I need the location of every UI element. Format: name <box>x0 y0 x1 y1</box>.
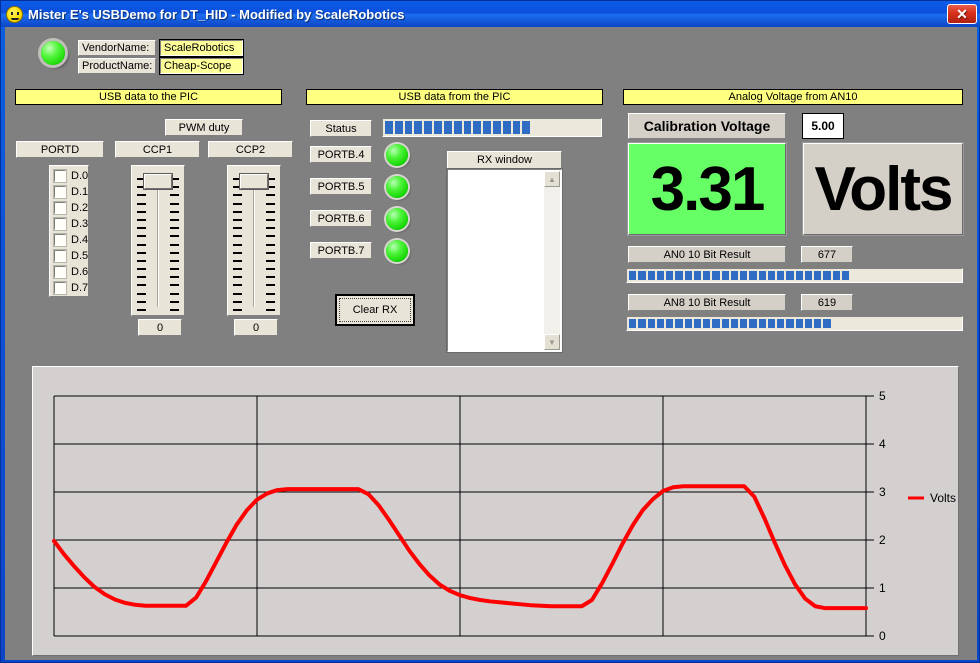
portb6-led <box>386 208 408 230</box>
product-name-value[interactable]: Cheap-Scope <box>160 58 243 74</box>
application-window: Mister E's USBDemo for DT_HID - Modified… <box>0 0 980 663</box>
product-name-label: ProductName: <box>78 58 156 74</box>
svg-text:4: 4 <box>879 437 886 451</box>
an0-progress-bar <box>626 268 963 283</box>
slider-ticks-right <box>170 178 179 307</box>
svg-text:3: 3 <box>879 485 886 499</box>
checkbox-icon[interactable] <box>54 202 66 214</box>
connection-led <box>41 41 65 65</box>
svg-text:1: 1 <box>879 581 886 595</box>
an0-progress-fill <box>629 271 851 280</box>
an0-result-label: AN0 10 Bit Result <box>628 246 786 263</box>
portb5-led <box>386 176 408 198</box>
checkbox-icon[interactable] <box>54 250 66 262</box>
slider-track <box>253 178 255 307</box>
ccp2-value: 0 <box>234 319 278 336</box>
chevron-up-icon[interactable]: ▲ <box>544 171 560 187</box>
voltage-readout: 3.31 <box>628 143 786 235</box>
checkbox-icon[interactable] <box>54 218 66 230</box>
portd-bit-label: D.5 <box>71 250 88 262</box>
portd-bit-label: D.7 <box>71 282 88 294</box>
pwm-duty-label: PWM duty <box>165 119 243 136</box>
an8-progress-bar <box>626 316 963 331</box>
clear-rx-button[interactable]: Clear RX <box>335 294 415 326</box>
status-label: Status <box>310 120 372 137</box>
portd-bit-label: D.4 <box>71 234 88 246</box>
calibration-voltage-input[interactable]: 5.00 <box>802 113 844 139</box>
ccp2-label: CCP2 <box>208 141 293 158</box>
ccp1-value: 0 <box>138 319 182 336</box>
portd-label: PORTD <box>16 141 104 158</box>
client-area: VendorName: ScaleRobotics ProductName: C… <box>5 27 977 660</box>
portd-bit-label: D.1 <box>71 186 88 198</box>
svg-text:Volts: Volts <box>930 491 956 505</box>
slider-ticks-left <box>137 178 146 307</box>
portd-bit-6[interactable]: D.6 <box>54 266 88 278</box>
slider-ticks-right <box>266 178 275 307</box>
an8-result-label: AN8 10 Bit Result <box>628 294 786 311</box>
svg-text:2: 2 <box>879 533 886 547</box>
voltage-unit-label: Volts <box>803 143 963 235</box>
voltage-chart-panel[interactable]: 0 1 2 3 4 5 Volts <box>32 366 959 656</box>
panel-header-analog: Analog Voltage from AN10 <box>623 89 963 105</box>
portb6-label: PORTB.6 <box>310 210 372 227</box>
an8-result-value: 619 <box>801 294 853 311</box>
portd-bit-7[interactable]: D.7 <box>54 282 88 294</box>
checkbox-icon[interactable] <box>54 266 66 278</box>
portd-bit-label: D.2 <box>71 202 88 214</box>
panel-header-from-pic: USB data from the PIC <box>306 89 603 105</box>
portd-bit-label: D.3 <box>71 218 88 230</box>
ccp1-label: CCP1 <box>115 141 200 158</box>
portd-bit-1[interactable]: D.1 <box>54 186 88 198</box>
portd-bit-5[interactable]: D.5 <box>54 250 88 262</box>
close-icon: ✕ <box>956 7 968 21</box>
vendor-name-value[interactable]: ScaleRobotics <box>160 40 243 56</box>
window-title: Mister E's USBDemo for DT_HID - Modified… <box>28 7 405 22</box>
portb5-label: PORTB.5 <box>310 178 372 195</box>
portb4-label: PORTB.4 <box>310 146 372 163</box>
slider-ticks-left <box>233 178 242 307</box>
calibration-voltage-label: Calibration Voltage <box>628 113 786 139</box>
portb7-label: PORTB.7 <box>310 242 372 259</box>
portd-checkbox-group: D.0 D.1 D.2 D.3 D.4 D.5 <box>49 165 89 297</box>
rx-window-title: RX window <box>447 151 562 169</box>
portb4-led <box>386 144 408 166</box>
portb7-led <box>386 240 408 262</box>
portd-bit-4[interactable]: D.4 <box>54 234 88 246</box>
ccp1-slider[interactable] <box>131 165 185 316</box>
slider-thumb[interactable] <box>144 174 172 189</box>
rx-scrollbar[interactable]: ▲ ▼ <box>544 171 560 350</box>
svg-text:0: 0 <box>879 629 886 643</box>
checkbox-icon[interactable] <box>54 282 66 294</box>
portd-bit-label: D.6 <box>71 266 88 278</box>
slider-thumb[interactable] <box>240 174 268 189</box>
slider-track <box>157 178 159 307</box>
panel-header-to-pic: USB data to the PIC <box>15 89 282 105</box>
svg-text:5: 5 <box>879 389 886 403</box>
an0-result-value: 677 <box>801 246 853 263</box>
portd-bit-3[interactable]: D.3 <box>54 218 88 230</box>
status-progress-fill <box>385 121 532 134</box>
portd-bit-0[interactable]: D.0 <box>54 170 88 182</box>
clear-rx-label: Clear RX <box>353 304 398 316</box>
portd-bit-label: D.0 <box>71 170 88 182</box>
title-bar: Mister E's USBDemo for DT_HID - Modified… <box>1 1 980 27</box>
ccp2-slider[interactable] <box>227 165 281 316</box>
checkbox-icon[interactable] <box>54 170 66 182</box>
voltage-chart: 0 1 2 3 4 5 Volts <box>33 367 960 657</box>
status-progress-bar <box>382 118 602 137</box>
smiley-face-icon <box>6 6 23 23</box>
checkbox-icon[interactable] <box>54 234 66 246</box>
rx-window[interactable]: ▲ ▼ <box>447 169 562 352</box>
chevron-down-icon[interactable]: ▼ <box>544 334 560 350</box>
checkbox-icon[interactable] <box>54 186 66 198</box>
portd-bit-2[interactable]: D.2 <box>54 202 88 214</box>
close-button[interactable]: ✕ <box>947 4 977 24</box>
an8-progress-fill <box>629 319 833 328</box>
vendor-name-label: VendorName: <box>78 40 156 56</box>
